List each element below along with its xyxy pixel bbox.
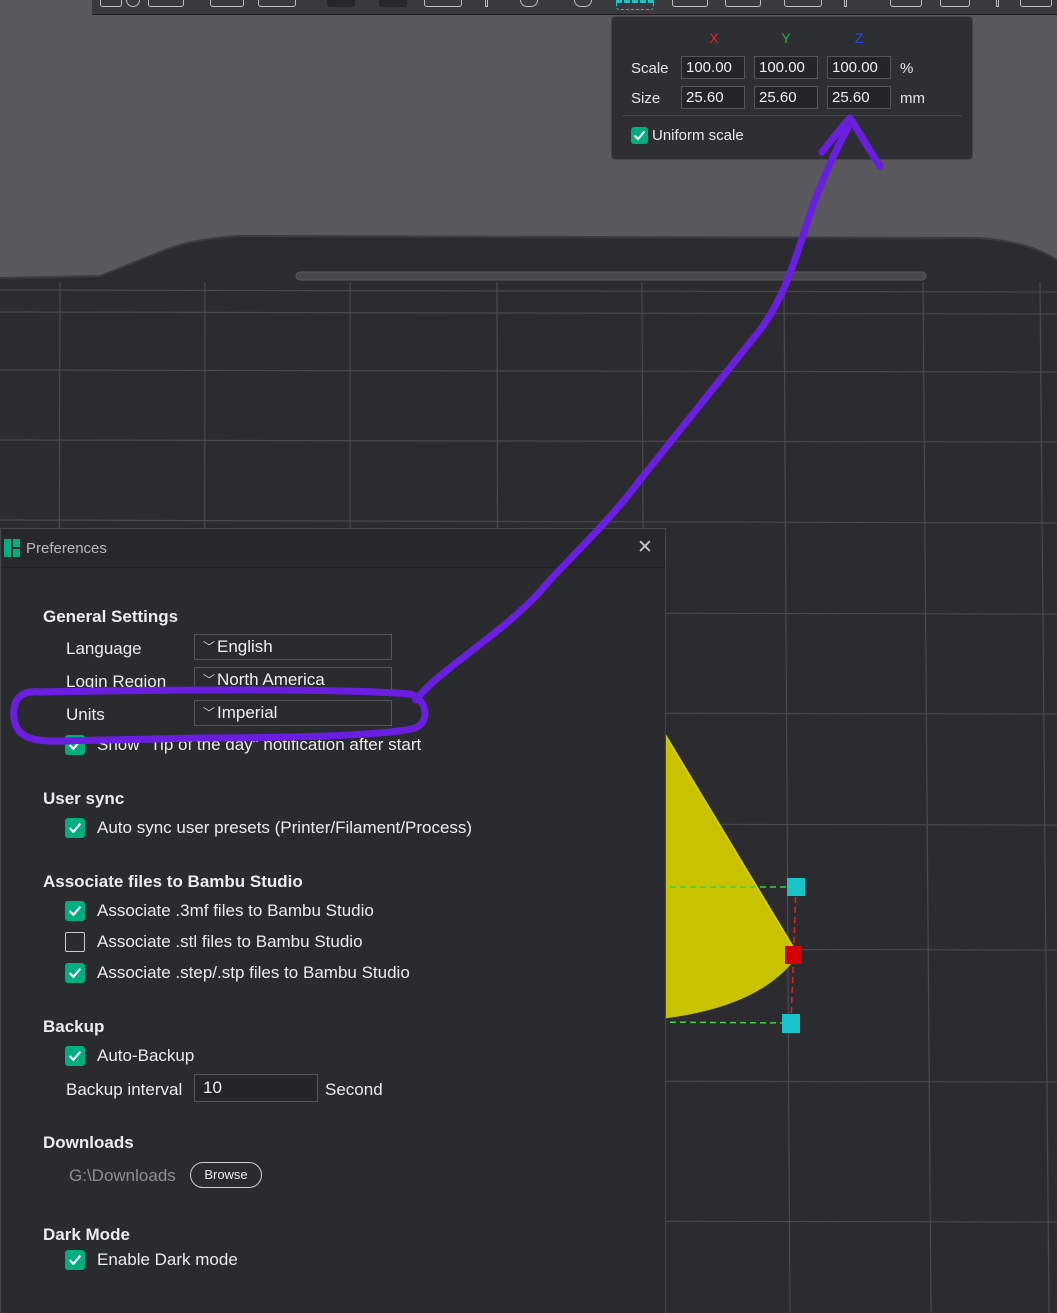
scale-unit: % — [900, 60, 914, 77]
associate-files-heading: Associate files to Bambu Studio — [43, 872, 303, 891]
associate-3mf-checkbox[interactable] — [65, 901, 85, 921]
units-select[interactable]: ﹀ Imperial — [194, 700, 392, 726]
auto-backup-label: Auto-Backup — [97, 1046, 195, 1065]
tip-of-day-label: Show "Tip of the day" notification after… — [97, 735, 422, 754]
scale-icon[interactable] — [616, 0, 654, 10]
top-toolbar — [92, 0, 1057, 15]
layout-icon[interactable] — [258, 0, 296, 7]
lay-on-face-icon[interactable] — [672, 0, 708, 7]
seam-paint-icon[interactable] — [940, 0, 970, 7]
dark-mode-row[interactable]: Enable Dark mode — [65, 1250, 238, 1270]
check-icon — [68, 1254, 82, 1266]
variable-layer-icon[interactable] — [424, 0, 462, 7]
support-paint-icon[interactable] — [890, 0, 922, 7]
dark-mode-label: Enable Dark mode — [97, 1250, 238, 1269]
preferences-dialog: Preferences ✕ General Settings Language … — [0, 528, 666, 1313]
auto-sync-checkbox[interactable] — [65, 818, 85, 838]
scale-z-input[interactable]: 100.00 — [827, 56, 891, 79]
backup-interval-unit: Second — [325, 1080, 383, 1099]
browse-button[interactable]: Browse — [190, 1162, 262, 1188]
scale-y-input[interactable]: 100.00 — [754, 56, 818, 79]
scale-x-input[interactable]: 100.00 — [681, 56, 745, 79]
move-icon[interactable] — [520, 0, 538, 7]
check-icon — [68, 822, 82, 834]
scale-handle-mid — [785, 946, 802, 964]
check-icon — [68, 905, 82, 917]
toolbar-divider-2 — [844, 0, 847, 7]
plate-icon[interactable] — [210, 0, 244, 7]
login-region-select[interactable]: ﹀ North America — [194, 667, 392, 693]
axis-x-header: X — [709, 30, 719, 46]
uniform-scale-label: Uniform scale — [652, 127, 744, 144]
size-unit: mm — [900, 90, 925, 107]
rotate-icon[interactable] — [574, 0, 592, 7]
scale-panel: X Y Z Scale 100.00 100.00 100.00 % Size … — [611, 16, 973, 160]
dark-mode-checkbox[interactable] — [65, 1250, 85, 1270]
scale-label: Scale — [631, 60, 669, 77]
close-icon[interactable]: ✕ — [637, 538, 653, 557]
associate-stl-row[interactable]: Associate .stl files to Bambu Studio — [65, 932, 363, 952]
associate-step-row[interactable]: Associate .step/.stp files to Bambu Stud… — [65, 963, 410, 983]
size-label: Size — [631, 90, 661, 107]
size-z-input[interactable]: 25.60 — [827, 86, 891, 109]
split-icon[interactable] — [327, 0, 355, 7]
scale-handle-top — [787, 878, 805, 896]
dark-mode-heading: Dark Mode — [43, 1225, 130, 1244]
check-icon — [68, 967, 82, 979]
chevron-down-icon: ﹀ — [203, 673, 216, 687]
check-icon — [633, 130, 646, 141]
uniform-scale-checkbox[interactable] — [631, 127, 648, 144]
mesh-boolean-icon[interactable] — [784, 0, 822, 7]
associate-stl-checkbox[interactable] — [65, 932, 85, 952]
login-region-label: Login Region — [66, 672, 167, 691]
check-icon — [68, 1050, 82, 1062]
axis-z-header: Z — [854, 30, 864, 46]
toolbar-divider-3 — [996, 0, 999, 7]
bambu-logo-icon — [4, 539, 20, 557]
uniform-scale-row[interactable]: Uniform scale — [631, 127, 744, 144]
associate-3mf-row[interactable]: Associate .3mf files to Bambu Studio — [65, 901, 374, 921]
size-y-input[interactable]: 25.60 — [754, 86, 818, 109]
axis-y-header: Y — [781, 30, 791, 46]
preferences-title: Preferences — [26, 540, 107, 557]
backup-interval-label: Backup interval — [66, 1080, 183, 1099]
associate-stl-label: Associate .stl files to Bambu Studio — [97, 932, 363, 951]
size-x-input[interactable]: 25.60 — [681, 86, 745, 109]
downloads-heading: Downloads — [43, 1133, 134, 1152]
associate-3mf-label: Associate .3mf files to Bambu Studio — [97, 901, 374, 920]
add-icon[interactable] — [100, 0, 122, 7]
associate-step-checkbox[interactable] — [65, 963, 85, 983]
tip-of-day-row[interactable]: Show "Tip of the day" notification after… — [65, 735, 421, 755]
split-parts-icon[interactable] — [379, 0, 407, 7]
scale-handle-bottom — [782, 1014, 800, 1033]
auto-backup-checkbox[interactable] — [65, 1046, 85, 1066]
downloads-path: G:\Downloads — [69, 1166, 176, 1185]
chevron-down-icon: ﹀ — [203, 640, 216, 654]
user-sync-heading: User sync — [43, 789, 125, 808]
auto-sync-label: Auto sync user presets (Printer/Filament… — [97, 818, 473, 837]
language-label: Language — [66, 639, 142, 658]
arrange-icon[interactable] — [148, 0, 184, 7]
chevron-down-icon: ﹀ — [203, 706, 216, 720]
text-icon[interactable] — [1020, 0, 1052, 7]
units-label: Units — [66, 705, 105, 724]
backup-heading: Backup — [43, 1017, 105, 1036]
check-icon — [68, 739, 82, 751]
backup-interval-input[interactable]: 10 — [194, 1074, 318, 1102]
tip-of-day-checkbox[interactable] — [65, 735, 85, 755]
preferences-titlebar[interactable]: Preferences ✕ — [1, 529, 665, 568]
cut-icon[interactable] — [725, 0, 761, 7]
panel-divider — [622, 115, 962, 116]
language-value: English — [217, 637, 273, 656]
general-settings-heading: General Settings — [43, 607, 179, 626]
auto-sync-row[interactable]: Auto sync user presets (Printer/Filament… — [65, 818, 472, 838]
orient-icon[interactable] — [126, 0, 140, 7]
auto-backup-row[interactable]: Auto-Backup — [65, 1046, 194, 1066]
toolbar-divider — [485, 0, 488, 7]
login-region-value: North America — [217, 670, 325, 689]
associate-step-label: Associate .step/.stp files to Bambu Stud… — [97, 963, 410, 982]
units-value: Imperial — [217, 703, 278, 722]
language-select[interactable]: ﹀ English — [194, 634, 392, 660]
